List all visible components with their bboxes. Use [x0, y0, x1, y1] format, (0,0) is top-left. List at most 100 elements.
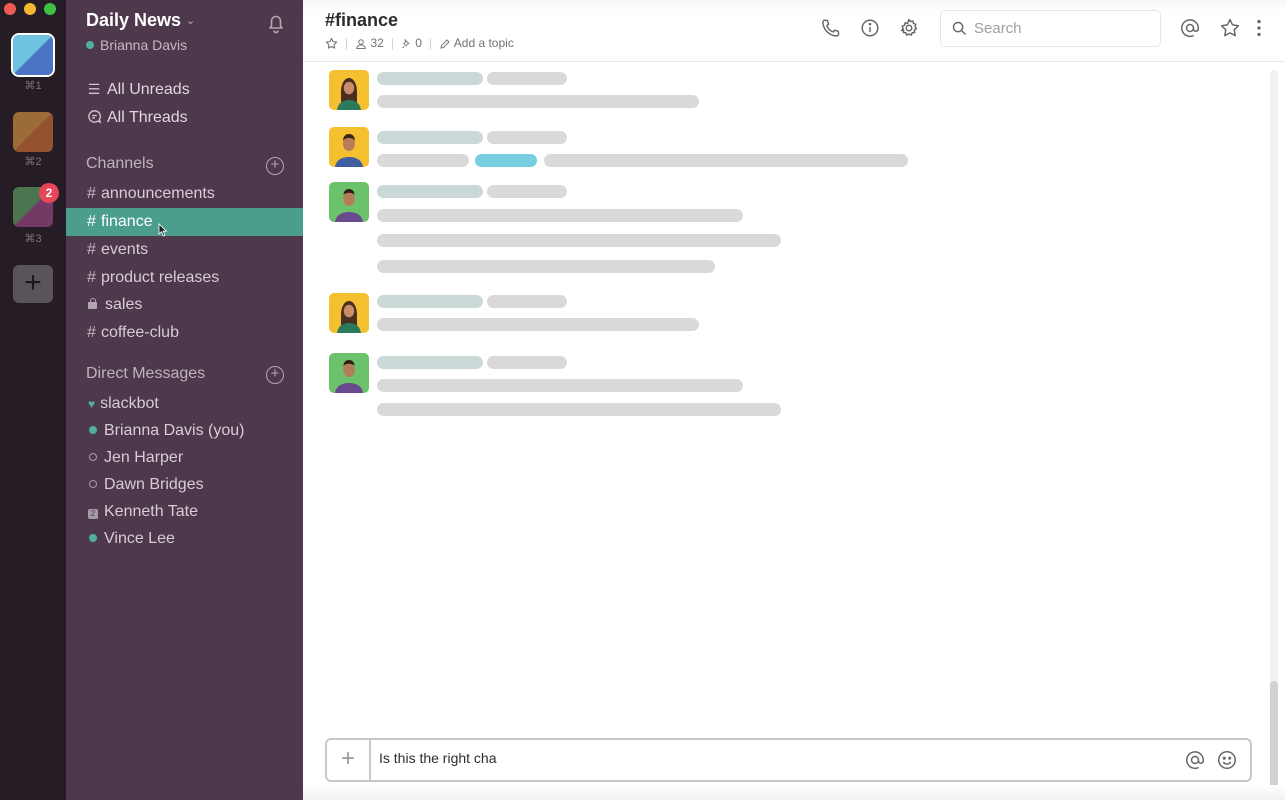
avatar[interactable]	[329, 70, 369, 110]
mouse-cursor-icon	[158, 223, 168, 237]
direct-messages-header[interactable]: Direct Messages	[86, 365, 205, 383]
add-channel-icon[interactable]: +	[266, 157, 284, 175]
minimize-window-button[interactable]	[24, 3, 36, 15]
bell-icon[interactable]	[264, 11, 288, 35]
avatar[interactable]	[329, 293, 369, 333]
channel-label: announcements	[101, 185, 215, 202]
workspace-3-shortcut: ⌘3	[24, 233, 42, 245]
hash-icon: #	[87, 213, 96, 230]
pin-icon	[402, 38, 410, 49]
sidebar-item-all-threads[interactable]: All Threads	[86, 109, 188, 127]
heart-icon: ♥	[88, 397, 96, 411]
sidebar-dm-vince-lee[interactable]: Vince Lee	[66, 525, 303, 553]
message-list	[303, 62, 1268, 722]
sidebar-item-product-releases[interactable]: # product releases	[66, 264, 303, 292]
text-placeholder	[377, 154, 469, 167]
avatar[interactable]	[329, 353, 369, 393]
text-placeholder	[377, 209, 743, 222]
list-icon: ☰	[87, 81, 101, 97]
sidebar-item-sales[interactable]: sales	[66, 291, 303, 319]
add-topic-button[interactable]: Add a topic	[439, 36, 514, 50]
avatar[interactable]	[329, 182, 369, 222]
woman-avatar-icon	[329, 293, 369, 333]
workspace-2-shortcut: ⌘2	[24, 156, 42, 168]
more-options-icon[interactable]	[1252, 17, 1266, 39]
sidebar-item-events[interactable]: # events	[66, 236, 303, 264]
divider: |	[428, 36, 433, 50]
sidebar-item-label: All Unreads	[107, 81, 190, 98]
dm-label: slackbot	[100, 395, 159, 412]
text-placeholder	[377, 379, 743, 392]
sidebar-item-coffee-club[interactable]: # coffee-club	[66, 319, 303, 347]
workspace-2-button[interactable]	[13, 112, 53, 152]
scrollbar-thumb[interactable]	[1270, 681, 1278, 795]
channel-label: coffee-club	[101, 324, 179, 341]
channel-header: #finance | 32 | 0 | Add a topic	[303, 0, 1285, 62]
channels-header[interactable]: Channels	[86, 155, 154, 173]
online-presence-icon	[89, 534, 97, 542]
channel-label: sales	[105, 296, 143, 313]
mention-icon[interactable]	[1184, 749, 1206, 771]
avatar[interactable]	[329, 127, 369, 167]
online-presence-icon	[86, 41, 94, 49]
divider: |	[390, 36, 394, 50]
add-topic-label: Add a topic	[453, 36, 514, 50]
dm-label: Jen Harper	[104, 449, 184, 466]
divider: |	[345, 36, 349, 50]
message-composer: +	[325, 738, 1252, 782]
author-placeholder	[377, 72, 483, 85]
text-placeholder	[487, 295, 567, 308]
author-placeholder	[377, 131, 483, 144]
window-controls	[4, 3, 56, 15]
author-placeholder	[377, 295, 483, 308]
away-presence-icon	[89, 480, 97, 488]
text-placeholder	[377, 403, 781, 416]
sidebar-dm-jen-harper[interactable]: Jen Harper	[66, 444, 303, 472]
star-icon[interactable]	[325, 37, 338, 50]
team-menu[interactable]: Daily News ⌄	[86, 10, 195, 31]
message-input[interactable]	[379, 750, 1159, 766]
message-scrollbar[interactable]	[1270, 70, 1278, 795]
dm-label: Kenneth Tate	[104, 503, 199, 520]
members-button[interactable]: 32	[355, 36, 384, 50]
phone-icon[interactable]	[820, 17, 842, 39]
channel-sidebar: Daily News ⌄ Brianna Davis ☰ All Unreads A…	[66, 0, 303, 800]
author-placeholder	[377, 356, 483, 369]
author-placeholder	[377, 185, 483, 198]
channel-title[interactable]: #finance	[325, 10, 398, 31]
workspace-1-button[interactable]	[13, 35, 53, 75]
emoji-icon[interactable]	[1216, 749, 1238, 771]
sidebar-item-announcements[interactable]: # announcements	[66, 180, 303, 208]
text-placeholder	[487, 185, 567, 198]
sidebar-dm-brianna-davis[interactable]: Brianna Davis (you)	[66, 417, 303, 445]
at-mention-icon[interactable]	[1179, 17, 1201, 39]
add-dm-icon[interactable]: +	[266, 366, 284, 384]
close-window-button[interactable]	[4, 3, 16, 15]
attach-button[interactable]: +	[327, 740, 371, 780]
away-presence-icon	[89, 453, 97, 461]
info-icon[interactable]	[859, 17, 881, 39]
sidebar-item-all-unreads[interactable]: ☰ All Unreads	[86, 81, 190, 99]
channel-view: #finance | 32 | 0 | Add a topic Search +…	[303, 0, 1285, 800]
man-avatar-icon	[329, 127, 369, 167]
current-user-status[interactable]: Brianna Davis	[86, 37, 187, 53]
sidebar-item-finance[interactable]: # finance	[66, 208, 303, 237]
channel-label: product releases	[101, 269, 220, 286]
sidebar-dm-dawn-bridges[interactable]: Dawn Bridges	[66, 471, 303, 499]
sidebar-dm-slackbot[interactable]: ♥ slackbot	[66, 390, 303, 418]
sidebar-dm-kenneth-tate[interactable]: 2 Kenneth Tate	[66, 498, 303, 526]
search-box[interactable]	[940, 10, 1161, 47]
maximize-window-button[interactable]	[44, 3, 56, 15]
gear-icon[interactable]	[898, 17, 920, 39]
workspace-1-shortcut: ⌘1	[24, 80, 42, 92]
text-placeholder	[487, 72, 567, 85]
starred-items-icon[interactable]	[1219, 17, 1241, 39]
add-workspace-button[interactable]: +	[13, 265, 53, 303]
footer-area	[303, 785, 1285, 800]
team-name: Daily News	[86, 10, 182, 30]
pinned-button[interactable]: 0	[401, 36, 422, 50]
threads-icon	[86, 109, 102, 125]
text-placeholder	[377, 234, 781, 247]
link-placeholder[interactable]	[475, 154, 537, 167]
search-input[interactable]	[974, 20, 1144, 37]
